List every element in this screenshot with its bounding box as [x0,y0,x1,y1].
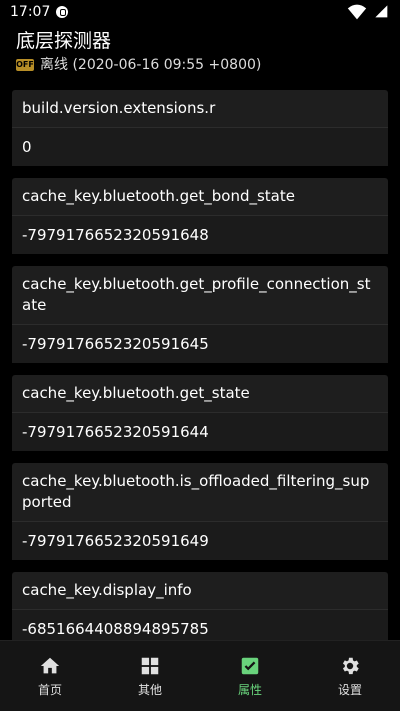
notification-app-icon [56,6,69,18]
app-header: 底层探测器 OFF 离线 (2020-06-16 09:55 +0800) [0,24,400,82]
clock: 17:07 [10,4,51,20]
grid-icon [141,657,159,674]
bottom-navigation: 首页 其他 属性 设置 [0,640,400,711]
property-key: cache_key.bluetooth.get_state [12,375,388,413]
gear-icon [342,657,359,674]
status-left: 17:07 [10,4,69,20]
property-key: cache_key.display_info [12,572,388,610]
nav-other-label: 其他 [137,682,162,697]
nav-home[interactable]: 首页 [0,655,100,698]
nav-settings-label: 设置 [337,682,362,697]
property-card[interactable]: cache_key.bluetooth.get_bond_state -7979… [12,178,388,254]
connection-status: OFF 离线 (2020-06-16 09:55 +0800) [16,54,384,76]
property-key: build.version.extensions.r [12,90,388,128]
property-value: -7979176652320591644 [12,413,388,451]
property-card[interactable]: cache_key.display_info -6851664408894895… [12,572,388,641]
status-right [346,1,390,23]
property-value: -7979176652320591648 [12,216,388,254]
nav-properties-label: 属性 [237,682,262,697]
offline-icon: OFF [16,59,34,71]
property-value: -7979176652320591649 [12,522,388,560]
property-list[interactable]: build.version.extensions.r 0 cache_key.b… [0,90,400,641]
battery-icon [375,5,388,18]
app-title: 底层探测器 [16,30,112,52]
home-icon [40,657,60,673]
check-icon [241,657,259,674]
property-card[interactable]: cache_key.bluetooth.is_offloaded_filteri… [12,463,388,560]
connection-status-text: 离线 (2020-06-16 09:55 +0800) [40,57,262,73]
property-key: cache_key.bluetooth.is_offloaded_filteri… [12,463,388,522]
nav-home-label: 首页 [37,682,62,697]
nav-other[interactable]: 其他 [100,655,200,698]
property-value: -6851664408894895785 [12,610,388,641]
status-bar: 17:07 [0,0,400,24]
property-value: -7979176652320591645 [12,325,388,363]
property-card[interactable]: cache_key.bluetooth.get_state -797917665… [12,375,388,451]
property-card[interactable]: build.version.extensions.r 0 [12,90,388,166]
nav-settings[interactable]: 设置 [300,655,400,698]
property-value: 0 [12,128,388,166]
property-key: cache_key.bluetooth.get_profile_connecti… [12,266,388,325]
property-key: cache_key.bluetooth.get_bond_state [12,178,388,216]
nav-properties[interactable]: 属性 [200,655,300,698]
property-card[interactable]: cache_key.bluetooth.get_profile_connecti… [12,266,388,363]
wifi-icon [347,4,367,20]
